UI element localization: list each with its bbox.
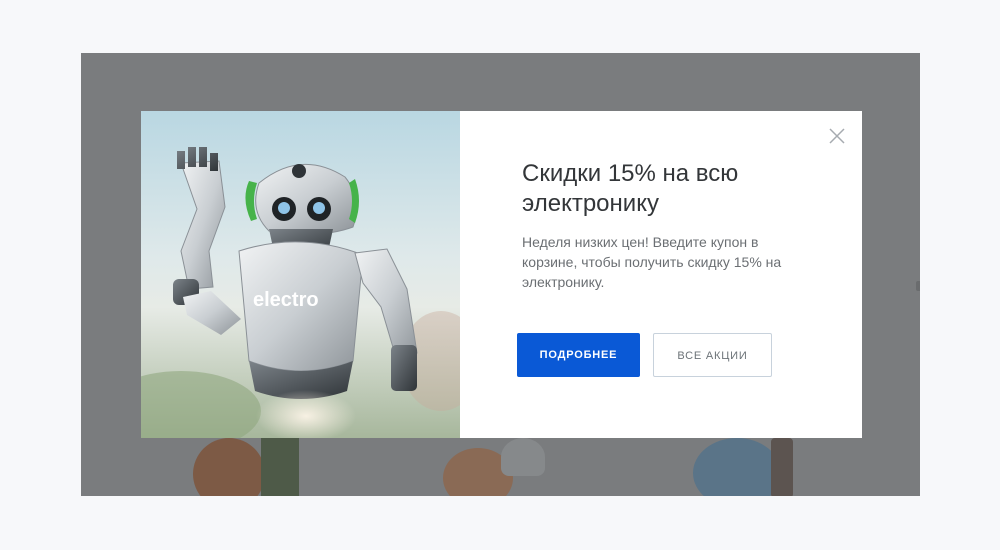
close-button[interactable] [828,127,846,145]
background-product-stand [771,438,793,496]
promo-title: Скидки 15% на всю электронику [522,160,739,217]
all-promotions-button[interactable]: ВСЕ АКЦИИ [653,333,772,377]
background-product-plate [693,438,781,496]
close-icon[interactable] [828,127,846,145]
promo-modal: electro Скидки 15% на всю электронику Не… [141,111,862,438]
more-details-button[interactable]: ПОДРОБНЕЕ [517,333,640,377]
background-product-ball [193,438,265,496]
robot-illustration: electro [141,147,460,438]
promo-description: Неделя низких цен! Введите купон в корзи… [522,234,782,290]
background-product-bottle [261,433,299,496]
background-scroll-marker [916,281,920,291]
background-product-lamp [501,438,545,476]
robot-chest-text: electro [253,289,319,311]
promo-content: Скидки 15% на всю электронику Неделя низ… [460,111,862,438]
promo-robot-image: electro [141,111,460,438]
